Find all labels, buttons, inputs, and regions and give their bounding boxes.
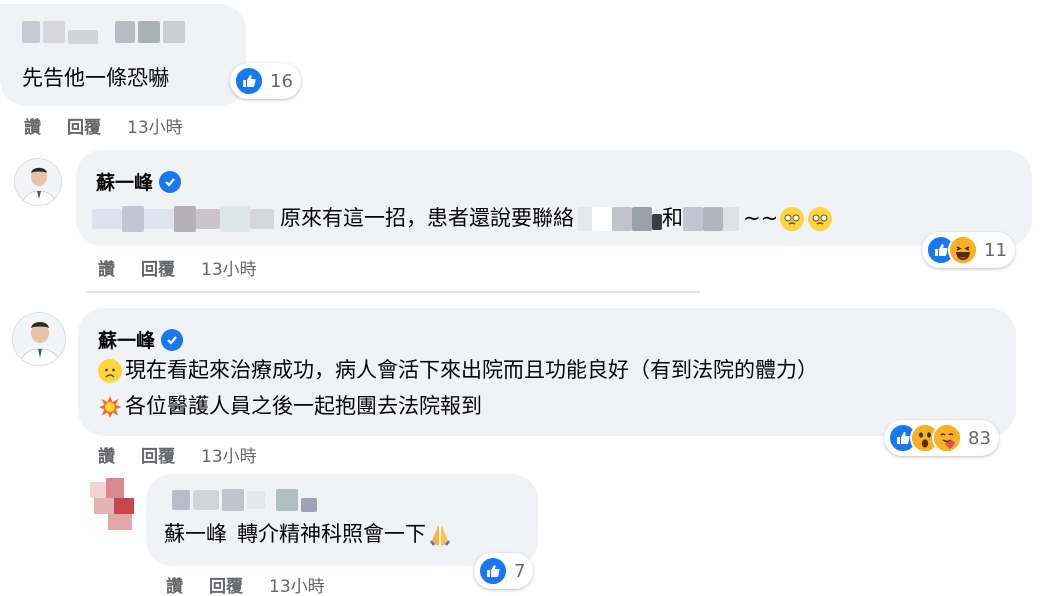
comment-text: 原來有這一招，患者還說要聯絡 和 ~~ bbox=[92, 202, 833, 235]
redaction-block bbox=[172, 490, 190, 510]
avatar[interactable] bbox=[14, 158, 62, 206]
comment-author[interactable]: 蘇一峰 bbox=[96, 168, 182, 195]
care-icon bbox=[932, 423, 962, 453]
redaction-block bbox=[174, 205, 196, 232]
sad-face-emoji bbox=[98, 358, 122, 383]
comment-text-and: 和 bbox=[662, 206, 683, 230]
redaction-block bbox=[652, 213, 662, 230]
mention-link[interactable]: 蘇一峰 bbox=[164, 518, 227, 551]
reply-button[interactable]: 回覆 bbox=[141, 255, 175, 280]
comment-text: 先告他一條恐嚇 bbox=[22, 66, 169, 90]
like-icon bbox=[234, 66, 264, 96]
redaction-block bbox=[43, 21, 65, 43]
redaction-block bbox=[301, 498, 317, 512]
comment-text: 現在看起來治療成功，病人會活下來出院而且功能良好（有到法院的體力） bbox=[125, 358, 818, 382]
comment-author-redacted[interactable] bbox=[22, 20, 185, 44]
haha-icon bbox=[948, 235, 978, 265]
comment-bubble-1: 先告他一條恐嚇 bbox=[0, 4, 246, 106]
reaction-count: 7 bbox=[514, 560, 526, 582]
redaction-block bbox=[276, 489, 298, 511]
reply-button[interactable]: 回覆 bbox=[209, 572, 243, 596]
comment-actions: 讚 回覆 13小時 bbox=[166, 572, 325, 596]
redaction-block bbox=[92, 208, 122, 229]
author-name[interactable]: 蘇一峰 bbox=[98, 326, 155, 353]
pleading-face-emoji bbox=[780, 206, 805, 231]
redaction-block bbox=[144, 208, 174, 229]
redaction-block bbox=[68, 30, 98, 44]
redaction-block bbox=[683, 206, 703, 231]
explosion-emoji bbox=[98, 395, 122, 419]
comment-actions: 讚 回覆 13小時 bbox=[24, 113, 183, 138]
comment-text-main: 原來有這一招，患者還說要聯絡 bbox=[280, 206, 574, 230]
comment-timestamp[interactable]: 13小時 bbox=[201, 442, 257, 467]
comment-text: 蘇一峰 轉介精神科照會一下 bbox=[164, 518, 452, 551]
divider bbox=[86, 291, 700, 293]
redaction-block bbox=[612, 206, 632, 231]
reaction-summary[interactable]: 11 bbox=[922, 232, 1015, 268]
like-button[interactable]: 讚 bbox=[166, 572, 183, 596]
comment-timestamp[interactable]: 13小時 bbox=[269, 572, 325, 596]
reaction-summary[interactable]: 83 bbox=[884, 420, 999, 456]
like-icon bbox=[478, 556, 508, 586]
folded-hands-emoji bbox=[428, 523, 452, 547]
like-button[interactable]: 讚 bbox=[98, 255, 115, 280]
comment-author-redacted[interactable] bbox=[172, 488, 317, 512]
comment-text: 各位醫護人員之後一起抱團去法院報到 bbox=[125, 394, 482, 418]
comment-actions: 讚 回覆 13小時 bbox=[98, 442, 257, 467]
like-button[interactable]: 讚 bbox=[24, 113, 41, 138]
comment-timestamp[interactable]: 13小時 bbox=[127, 113, 183, 138]
reaction-summary[interactable]: 7 bbox=[474, 553, 534, 589]
verified-badge-icon bbox=[159, 170, 182, 193]
redaction-block bbox=[115, 21, 135, 43]
comment-text-line-2: 各位醫護人員之後一起抱團去法院報到 bbox=[98, 390, 482, 423]
comment-text-main: 轉介精神科照會一下 bbox=[237, 522, 426, 546]
redaction-block bbox=[163, 21, 185, 43]
redaction-block bbox=[703, 206, 723, 231]
redaction-block bbox=[122, 205, 144, 232]
redaction-block bbox=[138, 21, 160, 43]
comment-bubble-4: 蘇一峰 轉介精神科照會一下 bbox=[146, 474, 538, 566]
comment-text-tail: ~~ bbox=[743, 206, 779, 230]
avatar[interactable] bbox=[12, 312, 66, 366]
comment-author[interactable]: 蘇一峰 bbox=[98, 326, 184, 353]
redaction-block bbox=[196, 208, 220, 229]
comment-timestamp[interactable]: 13小時 bbox=[201, 255, 257, 280]
redaction-block bbox=[632, 206, 652, 231]
comment-bubble-3: 蘇一峰 現在看起來治療成功，病人會活下來出院而且功能良好（有到法院的體力） 各位… bbox=[78, 308, 1016, 436]
comment-bubble-2: 蘇一峰 原來有這一招，患者還說要聯絡 和 ~~ bbox=[76, 150, 1032, 246]
reaction-count: 83 bbox=[968, 427, 991, 449]
like-button[interactable]: 讚 bbox=[98, 442, 115, 467]
reply-button[interactable]: 回覆 bbox=[67, 113, 101, 138]
reaction-count: 11 bbox=[984, 239, 1007, 261]
redaction-block bbox=[193, 490, 219, 510]
redaction-block bbox=[592, 206, 612, 231]
reaction-count: 16 bbox=[270, 70, 293, 92]
comment-text-line-1: 現在看起來治療成功，病人會活下來出院而且功能良好（有到法院的體力） bbox=[98, 354, 818, 387]
reply-button[interactable]: 回覆 bbox=[141, 442, 175, 467]
redaction-block bbox=[247, 491, 265, 509]
comment-actions: 讚 回覆 13小時 bbox=[98, 255, 257, 280]
author-name[interactable]: 蘇一峰 bbox=[96, 168, 153, 195]
redaction-block bbox=[222, 489, 244, 511]
pleading-face-emoji bbox=[808, 206, 833, 231]
verified-badge-icon bbox=[161, 328, 184, 351]
redaction-block bbox=[22, 21, 40, 43]
redaction-block bbox=[250, 208, 274, 229]
reaction-summary[interactable]: 16 bbox=[230, 63, 301, 99]
redaction-block bbox=[220, 205, 250, 232]
redaction-block bbox=[578, 206, 592, 231]
redaction-block bbox=[723, 206, 739, 231]
avatar[interactable] bbox=[82, 478, 138, 530]
